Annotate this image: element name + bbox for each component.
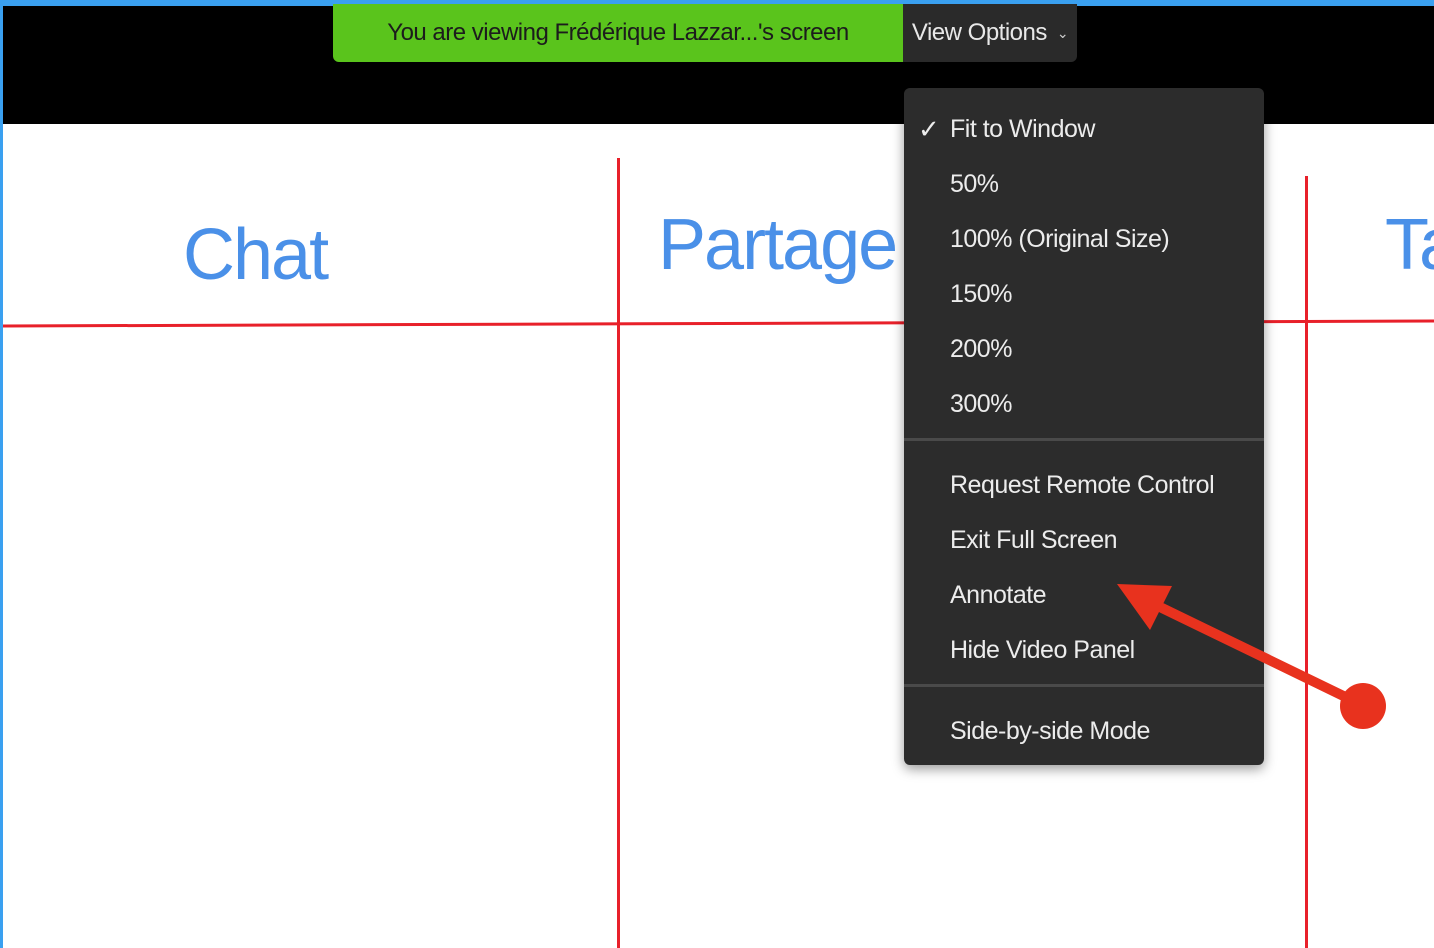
menu-item-exit-full-screen[interactable]: Exit Full Screen xyxy=(904,516,1264,564)
menu-item-zoom-100[interactable]: 100% (Original Size) xyxy=(904,215,1264,263)
screen-frame: You are viewing Frédérique Lazzar...'s s… xyxy=(0,0,1434,948)
menu-item-zoom-300[interactable]: 300% xyxy=(904,380,1264,428)
menu-item-label: Exit Full Screen xyxy=(950,525,1118,554)
menu-item-request-remote-control[interactable]: Request Remote Control xyxy=(904,461,1264,509)
menu-item-zoom-50[interactable]: 50% xyxy=(904,160,1264,208)
slide-heading-third: Ta xyxy=(1385,205,1434,285)
menu-separator xyxy=(904,438,1264,441)
chevron-down-icon: ⌄ xyxy=(1056,24,1069,41)
slide-heading-chat: Chat xyxy=(183,215,329,295)
menu-item-label: Request Remote Control xyxy=(950,470,1215,499)
view-options-menu: ✓ Fit to Window 50% 100% (Original Size)… xyxy=(904,88,1264,765)
menu-item-label: 100% (Original Size) xyxy=(950,224,1170,253)
menu-item-label: Hide Video Panel xyxy=(950,635,1135,664)
menu-item-label: 50% xyxy=(950,169,999,198)
menu-item-label: 200% xyxy=(950,334,1012,363)
table-vertical-line-1 xyxy=(617,158,620,948)
menu-item-label: 300% xyxy=(950,389,1012,418)
view-options-label: View Options xyxy=(911,19,1047,46)
menu-item-hide-video-panel[interactable]: Hide Video Panel xyxy=(904,626,1264,674)
menu-separator xyxy=(904,684,1264,687)
menu-item-label: Fit to Window xyxy=(950,114,1095,143)
menu-item-zoom-200[interactable]: 200% xyxy=(904,325,1264,373)
menu-item-annotate[interactable]: Annotate xyxy=(904,571,1264,619)
menu-item-fit-to-window[interactable]: ✓ Fit to Window xyxy=(904,105,1264,153)
menu-item-label: Side-by-side Mode xyxy=(950,716,1150,745)
menu-item-label: 150% xyxy=(950,279,1012,308)
menu-item-side-by-side-mode[interactable]: Side-by-side Mode xyxy=(904,707,1264,755)
menu-item-label: Annotate xyxy=(950,580,1047,609)
viewing-banner: You are viewing Frédérique Lazzar...'s s… xyxy=(333,4,903,62)
viewing-banner-text: You are viewing Frédérique Lazzar...'s s… xyxy=(387,19,849,46)
menu-item-zoom-150[interactable]: 150% xyxy=(904,270,1264,318)
view-options-button[interactable]: View Options ⌄ xyxy=(903,4,1077,62)
table-vertical-line-2 xyxy=(1305,176,1308,948)
checkmark-icon: ✓ xyxy=(918,113,940,144)
